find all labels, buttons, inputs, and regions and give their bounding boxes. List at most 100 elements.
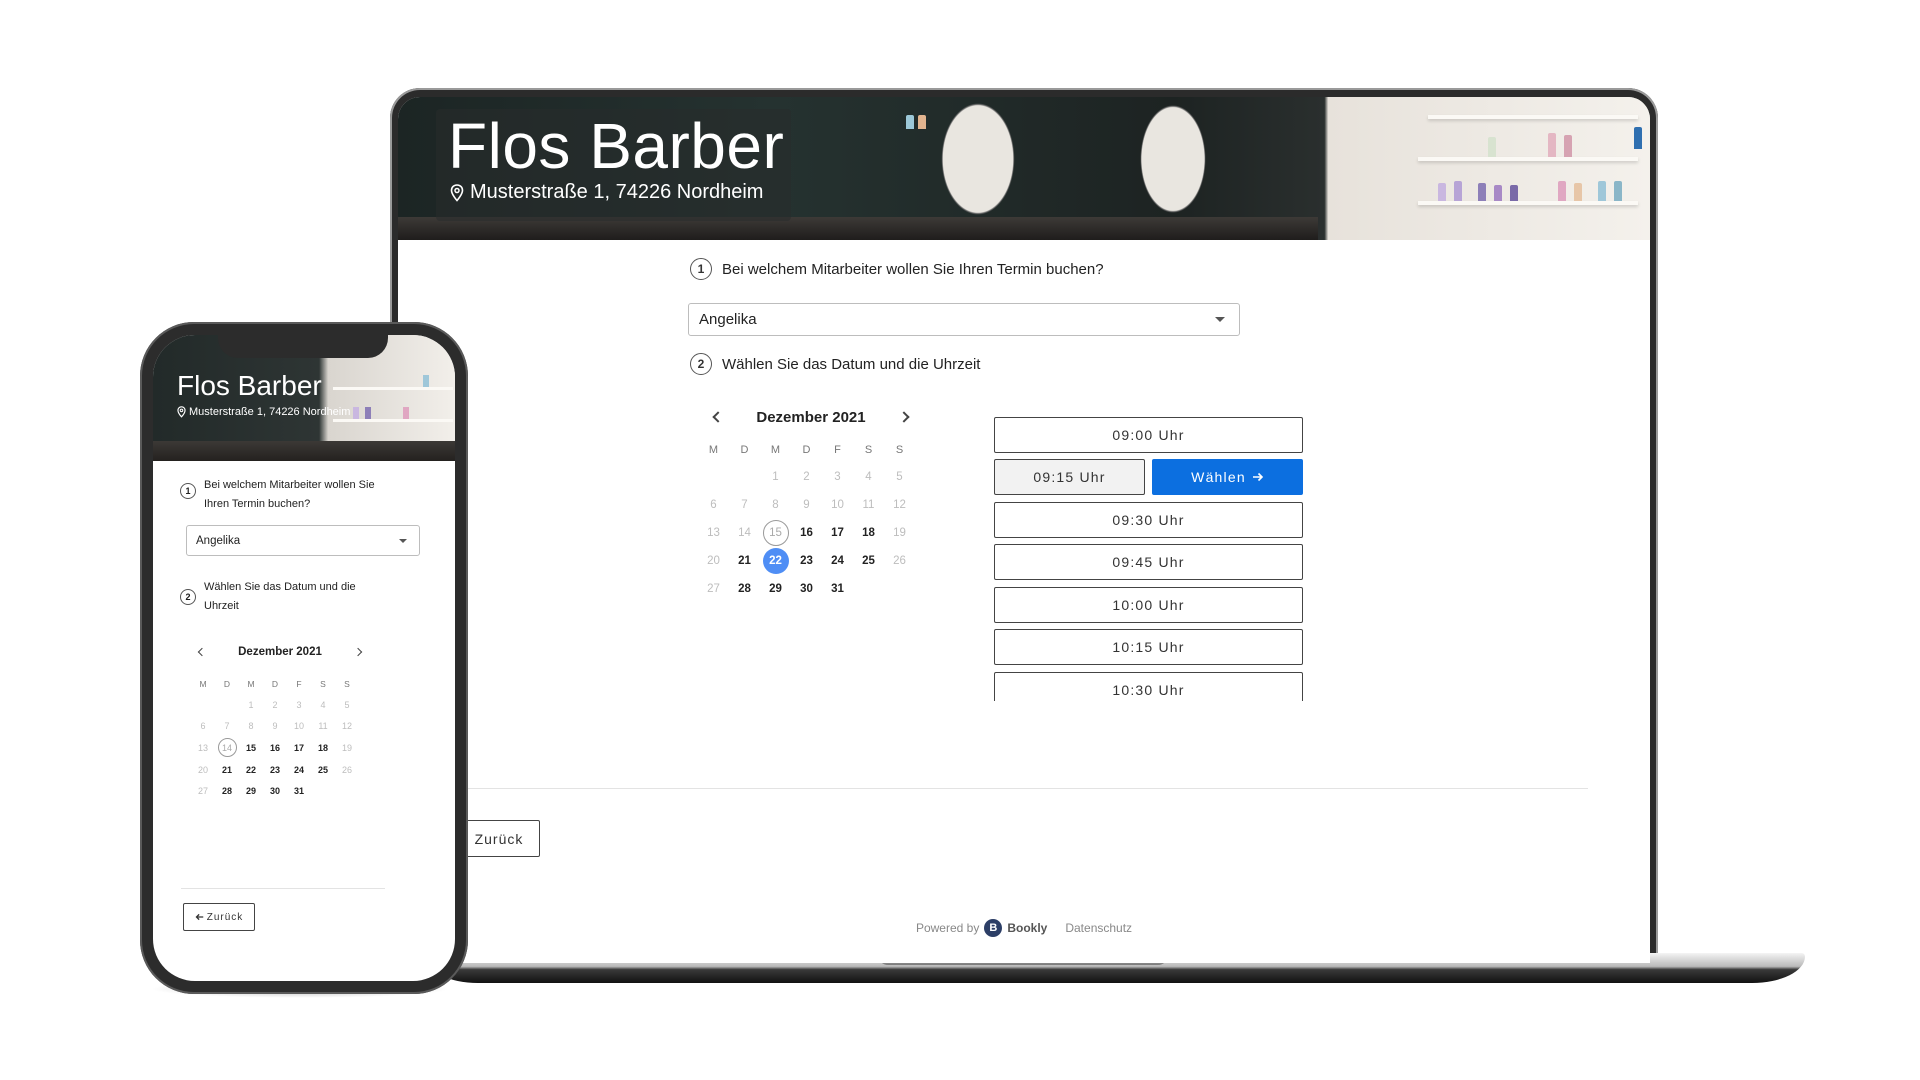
map-pin-icon xyxy=(450,183,464,202)
calendar-day-number: 5 xyxy=(344,699,350,710)
calendar-prev-button[interactable] xyxy=(708,407,728,427)
calendar-day[interactable]: 30 xyxy=(263,780,287,802)
hero-bottle xyxy=(1488,137,1496,157)
weekday-label: S xyxy=(344,679,350,689)
calendar-day[interactable]: 16 xyxy=(263,737,287,759)
phone-business-address-text: Musterstraße 1, 74226 Nordheim xyxy=(189,406,351,418)
phone-calendar-weekday-row: MDMDFSS xyxy=(191,678,367,690)
phone-calendar-day-grid: 1 2 3 4 5 6 7 8 9 10 11 12 13 14 15 16 17 18 19 20 21 22 23 24 2… xyxy=(191,694,367,802)
calendar-day[interactable]: 31 xyxy=(822,575,853,603)
calendar-day[interactable]: 18 xyxy=(311,737,335,759)
privacy-link[interactable]: Datenschutz xyxy=(1065,921,1132,935)
calendar-day[interactable]: 25 xyxy=(853,547,884,575)
calendar-day-number: 19 xyxy=(893,527,906,539)
calendar-day-number: 18 xyxy=(862,527,875,539)
calendar-day-number: 24 xyxy=(293,764,304,775)
phone-calendar-next-button[interactable] xyxy=(351,645,365,659)
calendar-day[interactable]: 24 xyxy=(822,547,853,575)
calendar-day-selected[interactable]: 22 xyxy=(760,547,791,575)
calendar-day[interactable]: 21 xyxy=(729,547,760,575)
calendar-day-number: 20 xyxy=(707,555,720,567)
calendar-day: 8 xyxy=(760,491,791,519)
calendar-day[interactable]: 28 xyxy=(729,575,760,603)
time-slot[interactable]: 09:00 Uhr xyxy=(994,417,1303,453)
calendar-day-number: 13 xyxy=(707,527,720,539)
time-slot[interactable]: 09:30 Uhr xyxy=(994,502,1303,538)
calendar-day: 6 xyxy=(191,716,215,738)
calendar-day[interactable]: 15 xyxy=(239,737,263,759)
calendar-day[interactable]: 17 xyxy=(287,737,311,759)
time-slot[interactable]: 10:30 Uhr xyxy=(994,672,1303,701)
section-divider xyxy=(458,788,1588,789)
calendar-day[interactable]: 30 xyxy=(791,575,822,603)
hero-bottle xyxy=(1598,181,1606,201)
weekday-label: D xyxy=(271,679,279,689)
business-address-text: Musterstraße 1, 74226 Nordheim xyxy=(470,181,764,203)
calendar-day-number: 3 xyxy=(834,471,841,483)
calendar-day: 19 xyxy=(884,519,915,547)
time-slot[interactable]: 09:45 Uhr xyxy=(994,544,1303,580)
calendar-day: 4 xyxy=(311,694,335,716)
calendar-day[interactable]: 29 xyxy=(239,780,263,802)
time-slot[interactable]: 10:15 Uhr xyxy=(994,629,1303,665)
calendar-day: 27 xyxy=(698,575,729,603)
calendar-day: 2 xyxy=(263,694,287,716)
calendar-day: 6 xyxy=(698,491,729,519)
calendar-day: 10 xyxy=(822,491,853,519)
hero-bottle xyxy=(1558,181,1566,201)
calendar-day[interactable]: 21 xyxy=(215,759,239,781)
phone-calendar-prev-button[interactable] xyxy=(195,645,209,659)
back-button[interactable]: Zurück xyxy=(458,820,540,857)
calendar-day: 12 xyxy=(884,491,915,519)
calendar-day[interactable]: 17 xyxy=(822,519,853,547)
calendar-day xyxy=(191,694,215,716)
phone-back-button[interactable]: Zurück xyxy=(183,903,255,931)
calendar-day-today[interactable]: 15 xyxy=(760,519,791,547)
calendar-day-number: 10 xyxy=(831,499,844,511)
calendar-day xyxy=(884,575,915,603)
calendar-day[interactable]: 25 xyxy=(311,759,335,781)
time-slot-selected[interactable]: 09:15 Uhr xyxy=(994,459,1145,495)
calendar-day-number: 14 xyxy=(738,527,751,539)
footer: Powered by B Bookly Datenschutz xyxy=(398,919,1650,937)
calendar-day[interactable]: 18 xyxy=(853,519,884,547)
calendar-day-today[interactable]: 14 xyxy=(215,737,239,759)
arrow-right-icon xyxy=(1252,472,1263,482)
calendar-day[interactable]: 16 xyxy=(791,519,822,547)
calendar-day-number: 26 xyxy=(341,764,352,775)
phone-staff-select[interactable]: Angelika xyxy=(186,525,420,556)
calendar-weekday-row: MDMDFSS xyxy=(698,442,915,458)
calendar-day xyxy=(729,463,760,491)
calendar-day[interactable]: 24 xyxy=(287,759,311,781)
choose-time-button[interactable]: Wählen xyxy=(1152,459,1303,495)
staff-select[interactable]: Angelika xyxy=(688,303,1240,336)
hero-bottle xyxy=(918,115,926,129)
calendar-day-number: 25 xyxy=(317,764,328,775)
calendar-day: 26 xyxy=(884,547,915,575)
phone-step-1-number: 1 xyxy=(180,483,196,499)
calendar-day: 1 xyxy=(239,694,263,716)
calendar-day: 14 xyxy=(729,519,760,547)
calendar-day: 20 xyxy=(698,547,729,575)
time-slot[interactable]: 10:00 Uhr xyxy=(994,587,1303,623)
caret-down-icon xyxy=(1215,317,1225,322)
calendar-day[interactable]: 23 xyxy=(791,547,822,575)
calendar-day-number: 12 xyxy=(893,499,906,511)
calendar-day-number: 28 xyxy=(221,786,232,797)
calendar-day[interactable]: 28 xyxy=(215,780,239,802)
phone-step-1-text: Bei welchem Mitarbeiter wollen Sie Ihren… xyxy=(204,476,404,514)
calendar-day[interactable]: 22 xyxy=(239,759,263,781)
calendar-day[interactable]: 31 xyxy=(287,780,311,802)
bookly-name[interactable]: Bookly xyxy=(1007,921,1047,935)
calendar-day-number: 13 xyxy=(197,742,208,753)
calendar-day[interactable]: 23 xyxy=(263,759,287,781)
calendar-day-number: 6 xyxy=(200,721,206,732)
phone-section-divider xyxy=(181,888,385,889)
calendar-day-number: 16 xyxy=(269,742,280,753)
calendar-next-button[interactable] xyxy=(894,407,914,427)
calendar-day[interactable]: 29 xyxy=(760,575,791,603)
phone-step-1-line-2: Ihren Termin buchen? xyxy=(204,498,311,510)
calendar-day-number: 1 xyxy=(248,699,254,710)
calendar-day xyxy=(698,463,729,491)
calendar-day-number: 9 xyxy=(803,499,810,511)
